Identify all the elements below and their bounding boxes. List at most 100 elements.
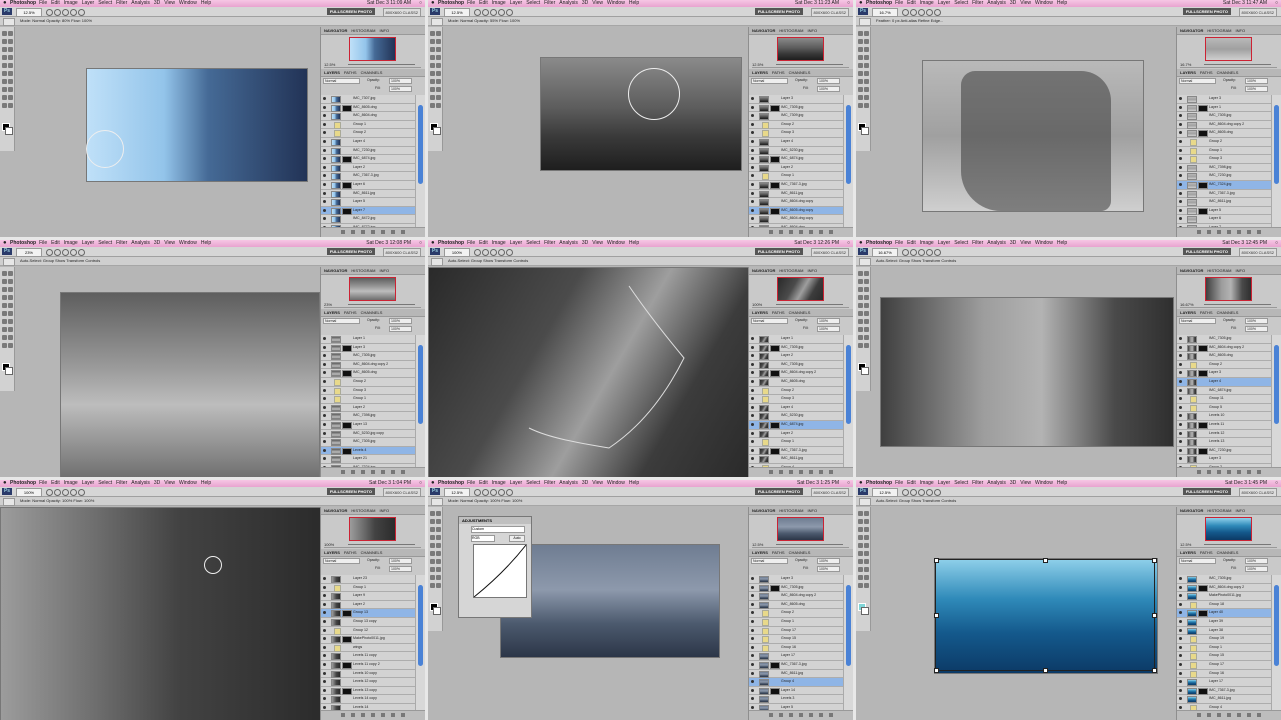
layer-row[interactable]: Levels 12 <box>1177 429 1271 439</box>
tab-layers[interactable]: LAYERS <box>324 310 340 315</box>
layer-mask-thumbnail[interactable] <box>342 156 352 164</box>
menu-filter[interactable]: Filter <box>972 0 983 6</box>
layer-row[interactable]: Group 5 <box>1177 403 1271 413</box>
menu-window[interactable]: Window <box>607 240 625 246</box>
fx-icon[interactable] <box>1207 470 1211 474</box>
menu-view[interactable]: View <box>592 0 603 6</box>
mask-icon[interactable] <box>361 230 365 234</box>
tool-preset-picker[interactable] <box>859 498 871 506</box>
layer-row[interactable]: IMC_8611.jpg <box>321 189 415 199</box>
layer-mask-thumbnail[interactable] <box>342 207 352 215</box>
layer-row[interactable]: IMC_8604.dng copy <box>749 215 843 224</box>
layer-mask-thumbnail[interactable] <box>770 421 780 429</box>
visibility-eye-icon[interactable] <box>751 448 754 452</box>
clone-stamp-icon[interactable] <box>858 303 863 308</box>
healing-brush-icon[interactable] <box>430 535 435 540</box>
app-menu-photoshop[interactable]: Photoshop <box>438 240 464 246</box>
brush-tool-icon[interactable] <box>436 55 441 60</box>
transform-bounding-box[interactable] <box>934 558 1157 673</box>
visibility-eye-icon[interactable] <box>323 191 326 195</box>
tab-info[interactable]: INFO <box>808 508 818 513</box>
visibility-eye-icon[interactable] <box>1179 165 1182 169</box>
layer-row[interactable]: Group 15 <box>749 635 843 644</box>
menu-image[interactable]: Image <box>64 480 78 486</box>
visibility-eye-icon[interactable] <box>751 628 754 632</box>
background-color-swatch[interactable] <box>433 607 441 615</box>
move-tool-icon[interactable] <box>858 511 863 516</box>
document-canvas[interactable] <box>880 297 1174 447</box>
menu-edit[interactable]: Edit <box>479 240 488 246</box>
arrange-icon[interactable] <box>926 249 933 256</box>
visibility-eye-icon[interactable] <box>323 705 326 709</box>
visibility-eye-icon[interactable] <box>751 139 754 143</box>
curves-auto-button[interactable]: Auto <box>509 535 525 542</box>
fill-field[interactable]: 100% <box>389 326 412 332</box>
layer-row[interactable]: IMC_5230.jpg <box>749 146 843 156</box>
trash-icon[interactable] <box>829 470 833 474</box>
menu-layer[interactable]: Layer <box>938 0 951 6</box>
tab-channels[interactable]: CHANNELS <box>361 550 383 555</box>
blur-icon[interactable] <box>430 79 435 84</box>
move-tool-icon[interactable] <box>2 31 7 36</box>
scrollbar-thumb[interactable] <box>846 345 851 425</box>
layers-scrollbar[interactable] <box>1271 95 1281 227</box>
tab-navigator[interactable]: NAVIGATOR <box>324 508 347 513</box>
mask-icon[interactable] <box>1217 713 1221 717</box>
menu-view[interactable]: View <box>164 240 175 246</box>
visibility-eye-icon[interactable] <box>323 645 326 649</box>
layer-row[interactable]: IMC_8605.dng copy <box>749 206 843 216</box>
eyedropper-icon[interactable] <box>864 47 869 52</box>
visibility-eye-icon[interactable] <box>751 379 754 383</box>
visibility-eye-icon[interactable] <box>751 654 754 658</box>
layer-row[interactable]: Layer 3 <box>749 95 843 104</box>
visibility-eye-icon[interactable] <box>751 200 754 204</box>
visibility-eye-icon[interactable] <box>323 697 326 701</box>
navigator-zoom-slider[interactable] <box>776 64 843 65</box>
transform-handle[interactable] <box>1043 558 1048 563</box>
arrange-icon[interactable] <box>70 9 77 16</box>
menu-analysis[interactable]: Analysis <box>987 240 1006 246</box>
path-select-icon[interactable] <box>430 575 435 580</box>
healing-brush-icon[interactable] <box>858 535 863 540</box>
hand-tool-icon[interactable] <box>430 103 435 108</box>
background-color-swatch[interactable] <box>861 367 869 375</box>
layer-row[interactable]: IMC_7367-3.jpg <box>749 446 843 456</box>
layer-mask-thumbnail[interactable] <box>342 636 352 644</box>
dodge-icon[interactable] <box>864 559 869 564</box>
scrollbar-thumb[interactable] <box>418 585 423 666</box>
layer-row[interactable]: IMC_7230.jpg <box>1177 172 1271 181</box>
new-group-icon[interactable] <box>809 713 813 717</box>
visibility-eye-icon[interactable] <box>751 148 754 152</box>
tab-histogram[interactable]: HISTOGRAM <box>779 508 803 513</box>
zoom-icon[interactable] <box>482 9 489 16</box>
tab-paths[interactable]: PATHS <box>1200 550 1213 555</box>
curves-line[interactable] <box>473 544 527 598</box>
adjustment-icon[interactable] <box>799 713 803 717</box>
tab-info[interactable]: INFO <box>1236 28 1246 33</box>
pen-tool-icon[interactable] <box>858 327 863 332</box>
layer-row[interactable]: IMC_8611.jpg <box>749 189 843 199</box>
tab-paths[interactable]: PATHS <box>1200 310 1213 315</box>
mask-icon[interactable] <box>789 713 793 717</box>
layer-row[interactable]: IMC_7305.jpg <box>749 360 843 370</box>
menu-edit[interactable]: Edit <box>51 0 60 6</box>
menu-edit[interactable]: Edit <box>51 480 60 486</box>
visibility-eye-icon[interactable] <box>1179 105 1182 109</box>
eyedropper-icon[interactable] <box>864 287 869 292</box>
visibility-eye-icon[interactable] <box>323 611 326 615</box>
crop-tool-icon[interactable] <box>430 47 435 52</box>
new-group-icon[interactable] <box>809 470 813 474</box>
layer-mask-thumbnail[interactable] <box>1198 104 1208 112</box>
link-icon[interactable] <box>341 470 345 474</box>
tab-histogram[interactable]: HISTOGRAM <box>351 28 375 33</box>
scrollbar-thumb[interactable] <box>846 585 851 666</box>
visibility-eye-icon[interactable] <box>1179 611 1182 615</box>
mask-icon[interactable] <box>361 713 365 717</box>
apple-icon[interactable]: ● <box>431 480 436 487</box>
history-brush-icon[interactable] <box>864 543 869 548</box>
menu-layer[interactable]: Layer <box>82 480 95 486</box>
tab-channels[interactable]: CHANNELS <box>789 550 811 555</box>
menu-image[interactable]: Image <box>920 0 934 6</box>
layer-row[interactable]: IMC_7305.jpg <box>1177 112 1271 121</box>
menu-edit[interactable]: Edit <box>51 240 60 246</box>
